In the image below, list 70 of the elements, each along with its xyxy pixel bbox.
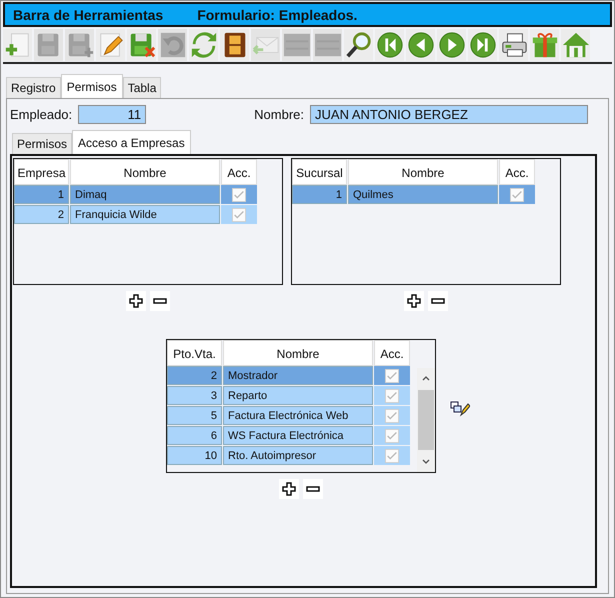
table-cell: 3 xyxy=(167,386,222,405)
toolbar-button[interactable] xyxy=(96,29,125,61)
table-cell: Factura Electrónica Web xyxy=(223,406,373,425)
grid-row[interactable]: 1 Dimaq xyxy=(14,185,282,205)
table-cell: Quilmes xyxy=(348,185,498,204)
employee-field[interactable]: 11 xyxy=(78,104,146,124)
tab[interactable]: Tabla xyxy=(122,77,162,98)
tab[interactable]: Permisos xyxy=(12,133,72,154)
table-cell: 5 xyxy=(167,406,222,425)
table-cell: Rto. Autoimpresor xyxy=(223,446,373,465)
table-cell: 1 xyxy=(14,185,69,204)
checkbox[interactable] xyxy=(510,188,524,202)
edit-icon[interactable] xyxy=(450,401,470,417)
remove-icon[interactable] xyxy=(150,291,170,311)
column-header[interactable]: Acc. xyxy=(221,159,257,185)
scroll-up-icon[interactable] xyxy=(421,374,431,382)
checkbox[interactable] xyxy=(385,388,399,402)
table-cell: 10 xyxy=(167,446,222,465)
column-header[interactable]: Empresa xyxy=(14,159,69,185)
table-cell: 2 xyxy=(167,366,222,385)
toolbar-button[interactable] xyxy=(220,29,249,61)
window-title: Barra de Herramientas xyxy=(13,6,164,22)
toolbar-button[interactable] xyxy=(437,29,466,61)
grid-row[interactable]: 2 Mostrador xyxy=(167,366,417,386)
tab[interactable]: Registro xyxy=(6,77,61,98)
column-header[interactable]: Nombre xyxy=(70,159,220,185)
name-field[interactable]: JUAN ANTONIO BERGEZ xyxy=(310,104,588,124)
checkbox[interactable] xyxy=(385,408,399,422)
table-cell: Franquicia Wilde xyxy=(70,205,220,224)
toolbar-button[interactable] xyxy=(375,29,404,61)
scroll-down-icon[interactable] xyxy=(421,458,431,466)
checkbox[interactable] xyxy=(232,208,246,222)
add-icon[interactable] xyxy=(126,291,146,311)
add-icon[interactable] xyxy=(279,479,299,499)
scrollbar[interactable] xyxy=(417,368,435,472)
checkbox[interactable] xyxy=(385,448,399,462)
table-cell: Reparto xyxy=(223,386,373,405)
toolbar-button[interactable] xyxy=(499,29,528,61)
table-cell: Mostrador xyxy=(223,366,373,385)
column-header[interactable]: Nombre xyxy=(348,159,498,185)
toolbar-button[interactable] xyxy=(406,29,435,61)
field-label: Empleado: xyxy=(10,106,72,122)
tab[interactable]: Acceso a Empresas xyxy=(72,130,191,154)
column-header[interactable]: Acc. xyxy=(374,340,410,366)
grid-row[interactable]: 5 Factura Electrónica Web xyxy=(167,406,417,426)
table-cell: 6 xyxy=(167,426,222,445)
checkbox[interactable] xyxy=(385,368,399,382)
column-header[interactable]: Nombre xyxy=(223,340,373,366)
column-header[interactable]: Pto.Vta. xyxy=(167,340,222,366)
checkbox[interactable] xyxy=(385,428,399,442)
table-cell: Dimaq xyxy=(70,185,220,204)
column-header[interactable]: Sucursal xyxy=(292,159,347,185)
remove-icon[interactable] xyxy=(428,291,448,311)
grid-row[interactable]: 2 Franquicia Wilde xyxy=(14,205,282,225)
table-cell: 1 xyxy=(292,185,347,204)
checkbox[interactable] xyxy=(232,188,246,202)
search-button[interactable] xyxy=(344,29,373,61)
tab[interactable]: Permisos xyxy=(60,74,123,98)
table-cell: WS Factura Electrónica xyxy=(223,426,373,445)
grid-row[interactable]: 1 Quilmes xyxy=(292,185,560,205)
toolbar-button[interactable] xyxy=(468,29,497,61)
remove-icon[interactable] xyxy=(303,479,323,499)
form-title: Formulario: Empleados. xyxy=(197,6,358,22)
table-cell: 2 xyxy=(14,205,69,224)
add-icon[interactable] xyxy=(404,291,424,311)
grid-row[interactable]: 10 Rto. Autoimpresor xyxy=(167,446,417,466)
grid-row[interactable]: 6 WS Factura Electrónica xyxy=(167,426,417,446)
column-header[interactable]: Acc. xyxy=(499,159,535,185)
grid-row[interactable]: 3 Reparto xyxy=(167,386,417,406)
field-label: Nombre: xyxy=(254,106,304,122)
